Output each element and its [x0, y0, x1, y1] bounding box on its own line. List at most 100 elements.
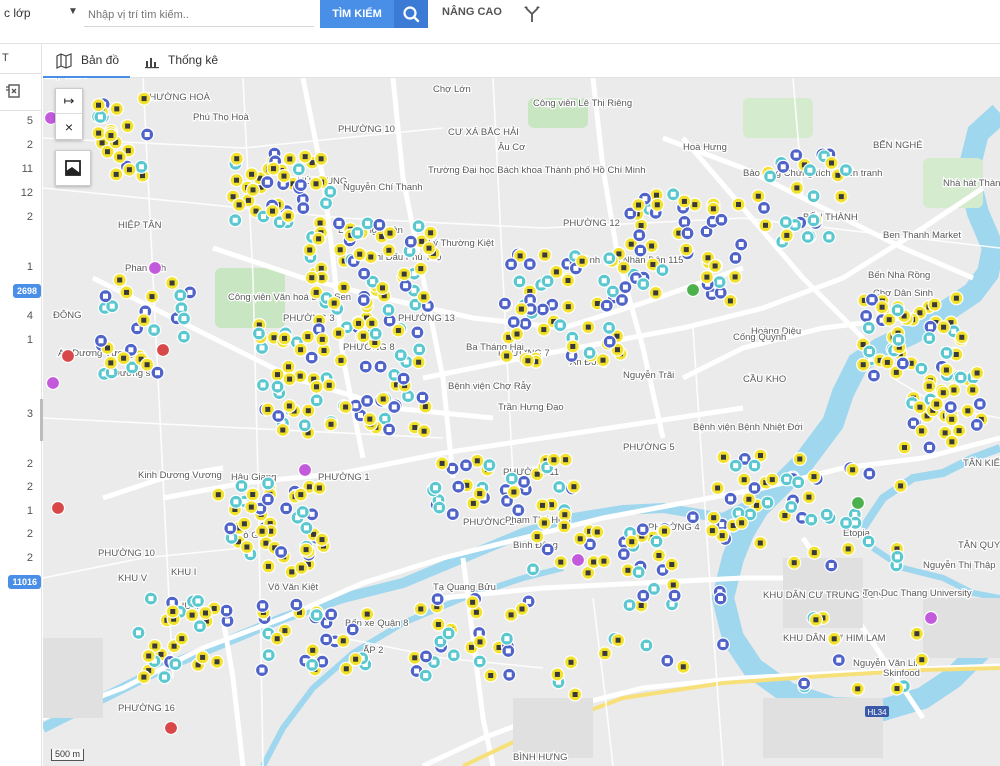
tab-statistics-label: Thống kê — [168, 53, 219, 67]
poi-marker-glyph — [958, 375, 964, 380]
scale-bar: 500 m — [51, 749, 85, 761]
poi-marker-glyph — [151, 327, 157, 333]
poi-marker-glyph — [451, 652, 457, 658]
poi-marker-glyph — [265, 631, 271, 636]
layer-count: 2 — [26, 552, 33, 564]
bar-chart-icon — [145, 58, 159, 69]
clear-layers-icon[interactable] — [4, 82, 22, 100]
poi-marker-glyph — [651, 586, 657, 592]
poi-marker-glyph — [470, 599, 476, 605]
poi-marker-glyph — [433, 485, 438, 491]
poi-marker-glyph — [358, 412, 363, 418]
poi-marker-glyph — [622, 284, 628, 290]
poi-marker-glyph — [306, 484, 312, 490]
expand-icon[interactable]: ↦ — [56, 89, 82, 114]
layer-select[interactable]: c lớp ▼ — [0, 0, 80, 28]
poi-marker-glyph — [350, 627, 356, 632]
poi-marker[interactable] — [570, 552, 586, 568]
poi-marker-glyph — [805, 234, 811, 240]
poi-marker[interactable] — [60, 348, 76, 364]
poi-marker-glyph — [126, 167, 132, 173]
poi-marker-glyph — [319, 336, 325, 342]
layer-count: 1 — [26, 261, 33, 273]
poi-marker-glyph — [265, 406, 271, 412]
merge-icon[interactable] — [522, 4, 542, 24]
poi-marker-glyph — [782, 513, 788, 518]
poi-marker-glyph — [136, 630, 141, 636]
poi-marker-glyph — [270, 208, 275, 214]
poi-marker-glyph — [545, 278, 551, 284]
poi-marker-glyph — [811, 550, 817, 556]
poi-marker-glyph — [540, 502, 545, 508]
minor-road — [592, 597, 614, 766]
poi-marker-glyph — [470, 500, 476, 506]
map-place-label: TÂN QUY — [958, 540, 1000, 551]
poi-marker-glyph — [621, 551, 627, 557]
poi-marker-glyph — [97, 114, 103, 120]
poi-marker-glyph — [144, 132, 150, 137]
poi-marker-glyph — [949, 416, 955, 422]
poi-marker-glyph — [855, 686, 861, 692]
poi-marker-glyph — [836, 657, 842, 663]
poi-marker-glyph — [742, 456, 748, 462]
advanced-button[interactable]: NÂNG CAO — [442, 6, 502, 18]
poi-marker-glyph — [767, 173, 773, 179]
poi-marker-glyph — [227, 525, 233, 531]
poi-marker-glyph — [509, 476, 515, 482]
poi-marker[interactable] — [155, 342, 171, 358]
close-icon[interactable]: × — [56, 115, 82, 140]
search-input[interactable] — [84, 3, 314, 27]
poi-marker-glyph — [282, 628, 288, 634]
poi-marker-glyph — [711, 515, 717, 521]
poi-marker-glyph — [806, 494, 812, 500]
poi-marker-glyph — [408, 239, 414, 245]
poi-marker-glyph — [287, 376, 293, 382]
search-button[interactable]: TÌM KIẾM — [320, 0, 394, 28]
poi-marker[interactable] — [850, 495, 866, 511]
poi-marker-glyph — [627, 211, 633, 216]
poi-marker-glyph — [629, 539, 635, 545]
poi-marker[interactable] — [685, 282, 701, 298]
poi-marker-glyph — [365, 220, 371, 226]
basemap-toggle-button[interactable] — [55, 150, 91, 186]
poi-marker-glyph — [439, 460, 445, 466]
tab-statistics[interactable]: Thống kê — [131, 44, 226, 78]
poi-marker-glyph — [234, 156, 240, 162]
poi-marker[interactable] — [297, 462, 313, 478]
poi-marker-glyph — [941, 324, 947, 330]
poi-marker-glyph — [382, 416, 388, 422]
poi-marker-glyph — [953, 352, 959, 357]
map-base[interactable]: PHƯỜNG HOÀPhú Thọ HoàPHƯỜNG 10PHÚ TRUNGH… — [43, 78, 1000, 766]
poi-marker-glyph — [300, 196, 306, 202]
poi-marker-glyph — [141, 96, 147, 102]
poi-marker-glyph — [249, 171, 255, 177]
layer-panel-header: T — [0, 44, 42, 74]
poi-marker[interactable] — [50, 500, 66, 516]
poi-marker-glyph — [319, 659, 325, 665]
poi-marker-glyph — [274, 636, 280, 642]
poi-marker-glyph — [309, 511, 315, 517]
poi-marker-glyph — [241, 521, 247, 527]
poi-marker-glyph — [710, 206, 716, 212]
tab-map[interactable]: Bản đồ — [43, 44, 130, 78]
map-canvas[interactable]: PHƯỜNG HOÀPhú Thọ HoàPHƯỜNG 10PHÚ TRUNGH… — [43, 78, 1000, 766]
search-icon-button[interactable] — [394, 0, 428, 28]
poi-marker[interactable] — [45, 375, 61, 391]
poi-marker-glyph — [169, 600, 175, 606]
poi-marker-glyph — [534, 534, 540, 540]
poi-marker-glyph — [264, 179, 270, 185]
poi-marker-glyph — [421, 428, 427, 434]
poi-marker[interactable] — [923, 610, 939, 626]
poi-marker-glyph — [473, 609, 479, 615]
poi-marker[interactable] — [147, 260, 163, 276]
map-place-label: PHƯỜNG 5 — [623, 442, 675, 453]
map-place-label: Âu Cơ — [498, 142, 525, 153]
poi-marker[interactable] — [163, 720, 179, 736]
poi-marker-glyph — [654, 202, 660, 208]
poi-marker-glyph — [704, 229, 709, 234]
poi-marker-glyph — [518, 306, 524, 312]
poi-marker-glyph — [309, 355, 315, 361]
poi-marker-glyph — [610, 289, 616, 294]
poi-marker-glyph — [563, 457, 569, 463]
poi-marker-glyph — [373, 331, 379, 337]
